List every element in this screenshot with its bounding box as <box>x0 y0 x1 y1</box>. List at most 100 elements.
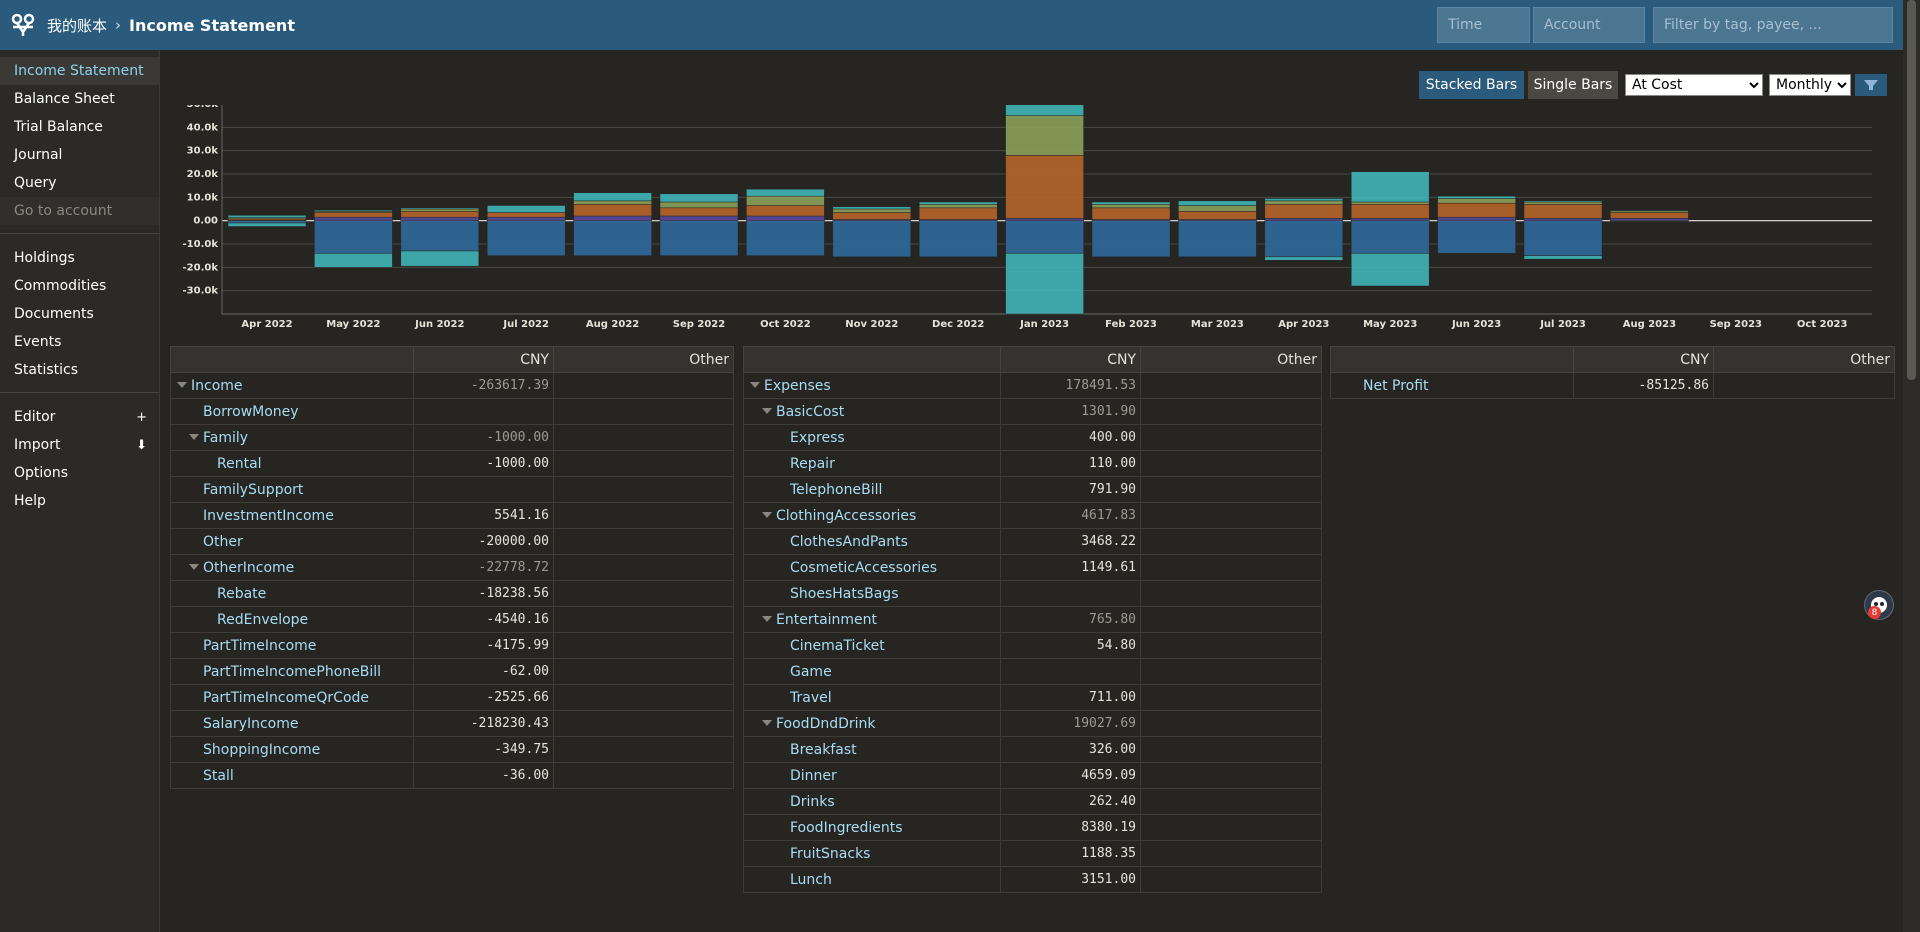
collapse-toggle-icon[interactable] <box>762 511 772 518</box>
account-link[interactable]: FamilySupport <box>203 482 303 498</box>
page-title: Income Statement <box>129 15 295 35</box>
sidebar-item-commodities[interactable]: Commodities <box>0 272 159 300</box>
ledger-name-link[interactable]: 我的账本 <box>47 15 107 36</box>
account-link[interactable]: InvestmentIncome <box>203 508 334 524</box>
account-cell: BorrowMoney <box>170 398 414 425</box>
sidebar-item-events[interactable]: Events <box>0 328 159 356</box>
account-link[interactable]: Breakfast <box>790 742 857 758</box>
cny-column-header[interactable]: CNY <box>413 346 554 373</box>
interval-select[interactable]: Monthly <box>1769 74 1851 96</box>
account-link[interactable]: FoodDndDrink <box>776 716 876 732</box>
account-link[interactable]: Dinner <box>790 768 837 784</box>
account-link[interactable]: ClothingAccessories <box>776 508 916 524</box>
account-link[interactable]: Drinks <box>790 794 835 810</box>
single-bars-button[interactable]: Single Bars <box>1528 71 1618 99</box>
sidebar-item-trial-balance[interactable]: Trial Balance <box>0 113 159 141</box>
account-link[interactable]: Other <box>203 534 243 550</box>
chart-bar-segment <box>1610 209 1689 212</box>
sidebar-item-income-statement[interactable]: Income Statement <box>0 57 159 85</box>
sidebar-item-balance-sheet[interactable]: Balance Sheet <box>0 85 159 113</box>
account-cell: PartTimeIncomePhoneBill <box>170 658 414 685</box>
account-link[interactable]: ShoesHatsBags <box>790 586 899 602</box>
account-cell: Rental <box>170 450 414 477</box>
account-link[interactable]: Net Profit <box>1363 378 1429 394</box>
cny-value-cell: 5541.16 <box>413 502 554 529</box>
sidebar-item-journal[interactable]: Journal <box>0 141 159 169</box>
account-filter-input[interactable] <box>1533 7 1645 43</box>
table-row: Entertainment 765.80 <box>743 606 1322 633</box>
collapse-toggle-icon[interactable] <box>189 563 199 570</box>
scrollbar-thumb[interactable] <box>1907 0 1916 380</box>
sidebar-item-import[interactable]: Import ⬇ <box>0 431 159 459</box>
chart-bar-segment <box>1005 155 1084 219</box>
time-filter-input[interactable] <box>1437 7 1530 43</box>
sidebar-item-documents[interactable]: Documents <box>0 300 159 328</box>
sidebar-item-query[interactable]: Query <box>0 169 159 197</box>
account-link[interactable]: Repair <box>790 456 835 472</box>
tag-payee-filter-input[interactable] <box>1653 7 1893 43</box>
account-link[interactable]: FoodIngredients <box>790 820 903 836</box>
collapse-toggle-icon[interactable] <box>762 719 772 726</box>
account-link[interactable]: CinemaTicket <box>790 638 885 654</box>
account-link[interactable]: CosmeticAccessories <box>790 560 937 576</box>
app-logo-icon[interactable] <box>9 11 37 39</box>
sidebar-item-holdings[interactable]: Holdings <box>0 244 159 272</box>
sidebar-item-label: Journal <box>14 147 63 163</box>
account-link[interactable]: Lunch <box>790 872 832 888</box>
page-scrollbar[interactable] <box>1903 0 1920 932</box>
chart-bar-segment <box>1523 200 1603 203</box>
cny-column-header[interactable]: CNY <box>1573 346 1714 373</box>
collapse-toggle-icon[interactable] <box>762 615 772 622</box>
sidebar-item-editor[interactable]: Editor + <box>0 403 159 431</box>
account-link[interactable]: SalaryIncome <box>203 716 299 732</box>
stacked-bars-button[interactable]: Stacked Bars <box>1419 71 1524 99</box>
account-link[interactable]: PartTimeIncomeQrCode <box>203 690 369 706</box>
account-link[interactable]: OtherIncome <box>203 560 294 576</box>
other-value-cell <box>1140 528 1322 555</box>
sidebar-item-options[interactable]: Options <box>0 459 159 487</box>
other-value-cell <box>553 606 734 633</box>
cny-column-header[interactable]: CNY <box>1000 346 1141 373</box>
sidebar-tools-group: Holdings Commodities Documents Events Statis… <box>0 244 159 384</box>
account-link[interactable]: Income <box>191 378 243 394</box>
account-link[interactable]: PartTimeIncomePhoneBill <box>203 664 381 680</box>
account-link[interactable]: ClothesAndPants <box>790 534 908 550</box>
chart-bar-segment <box>1264 256 1344 261</box>
account-cell: FruitSnacks <box>743 840 1001 867</box>
account-link[interactable]: Rental <box>217 456 262 472</box>
account-link[interactable]: Express <box>790 430 845 446</box>
account-link[interactable]: ShoppingIncome <box>203 742 320 758</box>
account-link[interactable]: RedEnvelope <box>217 612 308 628</box>
download-icon[interactable]: ⬇ <box>136 438 147 453</box>
account-link[interactable]: TelephoneBill <box>790 482 882 498</box>
collapse-toggle-icon[interactable] <box>189 433 199 440</box>
account-link[interactable]: Expenses <box>764 378 831 394</box>
conversion-select[interactable]: At Cost <box>1625 74 1763 96</box>
other-column-header[interactable]: Other <box>1713 346 1895 373</box>
account-link[interactable]: PartTimeIncome <box>203 638 316 654</box>
other-value-cell <box>1140 658 1322 685</box>
cny-value-cell <box>413 398 554 425</box>
sidebar-item-help[interactable]: Help <box>0 487 159 515</box>
account-link[interactable]: Travel <box>790 690 832 706</box>
other-column-header[interactable]: Other <box>553 346 734 373</box>
account-link[interactable]: Rebate <box>217 586 266 602</box>
other-column-header[interactable]: Other <box>1140 346 1322 373</box>
account-link[interactable]: Family <box>203 430 248 446</box>
cny-value-cell: -62.00 <box>413 658 554 685</box>
chart-bar-segment <box>314 216 393 221</box>
sidebar-item-go-to-account[interactable]: Go to account <box>0 197 159 225</box>
sidebar-item-statistics[interactable]: Statistics <box>0 356 159 384</box>
account-link[interactable]: Game <box>790 664 832 680</box>
collapse-toggle-icon[interactable] <box>750 381 760 388</box>
x-tick-label: Jul 2022 <box>502 319 549 330</box>
account-link[interactable]: FruitSnacks <box>790 846 870 862</box>
collapse-toggle-icon[interactable] <box>762 407 772 414</box>
account-link[interactable]: BasicCost <box>776 404 844 420</box>
account-link[interactable]: Entertainment <box>776 612 877 628</box>
account-link[interactable]: BorrowMoney <box>203 404 299 420</box>
collapse-toggle-icon[interactable] <box>177 381 187 388</box>
chart-filter-button[interactable] <box>1855 74 1887 96</box>
account-link[interactable]: Stall <box>203 768 234 784</box>
add-icon[interactable]: + <box>136 410 147 425</box>
